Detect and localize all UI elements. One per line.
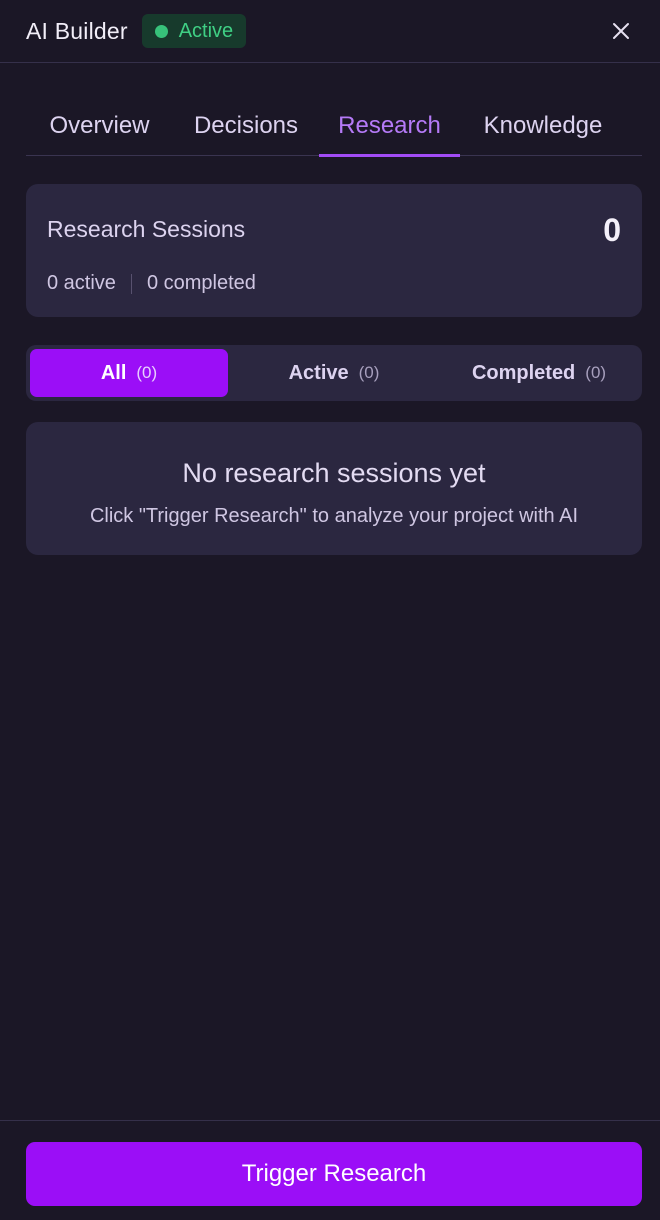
research-summary-card: Research Sessions 0 0 active 0 completed xyxy=(26,184,642,317)
tab-decisions[interactable]: Decisions xyxy=(173,95,319,156)
completed-count-text: 0 completed xyxy=(146,272,256,294)
empty-state-title: No research sessions yet xyxy=(182,458,486,488)
tab-research[interactable]: Research xyxy=(319,95,460,157)
trigger-research-button[interactable]: Trigger Research xyxy=(26,1142,642,1206)
filter-label: All xyxy=(100,361,127,384)
empty-state-description: Click "Trigger Research" to analyze your… xyxy=(89,505,579,527)
ai-builder-panel: AI Builder Active Overview Decisions Res… xyxy=(0,0,660,1220)
close-button[interactable] xyxy=(608,18,634,44)
panel-footer: Trigger Research xyxy=(0,1120,660,1220)
summary-count: 0 xyxy=(603,212,621,248)
app-title: AI Builder xyxy=(26,17,128,44)
filter-count: (0) xyxy=(585,363,607,382)
stats-divider xyxy=(130,273,132,294)
panel-header: AI Builder Active xyxy=(0,0,660,63)
filter-label: Active xyxy=(288,361,349,384)
filter-bar: All (0) Active (0) Completed (0) xyxy=(26,345,642,401)
summary-stats: 0 active 0 completed xyxy=(47,272,256,295)
filter-count: (0) xyxy=(136,363,158,382)
filter-active-button[interactable]: Active (0) xyxy=(228,349,440,397)
tab-bar: Overview Decisions Research Knowledge xyxy=(26,95,642,157)
summary-title: Research Sessions xyxy=(47,216,246,242)
close-icon xyxy=(613,23,629,39)
filter-all-button[interactable]: All (0) xyxy=(30,349,228,397)
active-count-text: 0 active xyxy=(47,272,116,294)
status-dot-icon xyxy=(154,24,168,38)
filter-count: (0) xyxy=(358,363,380,382)
filter-completed-button[interactable]: Completed (0) xyxy=(440,349,638,397)
tab-knowledge[interactable]: Knowledge xyxy=(460,95,626,156)
empty-state: No research sessions yet Click "Trigger … xyxy=(26,422,642,555)
tab-overview[interactable]: Overview xyxy=(26,95,173,156)
status-text: Active xyxy=(178,19,234,42)
filter-label: Completed xyxy=(471,361,576,384)
status-badge: Active xyxy=(141,14,247,48)
